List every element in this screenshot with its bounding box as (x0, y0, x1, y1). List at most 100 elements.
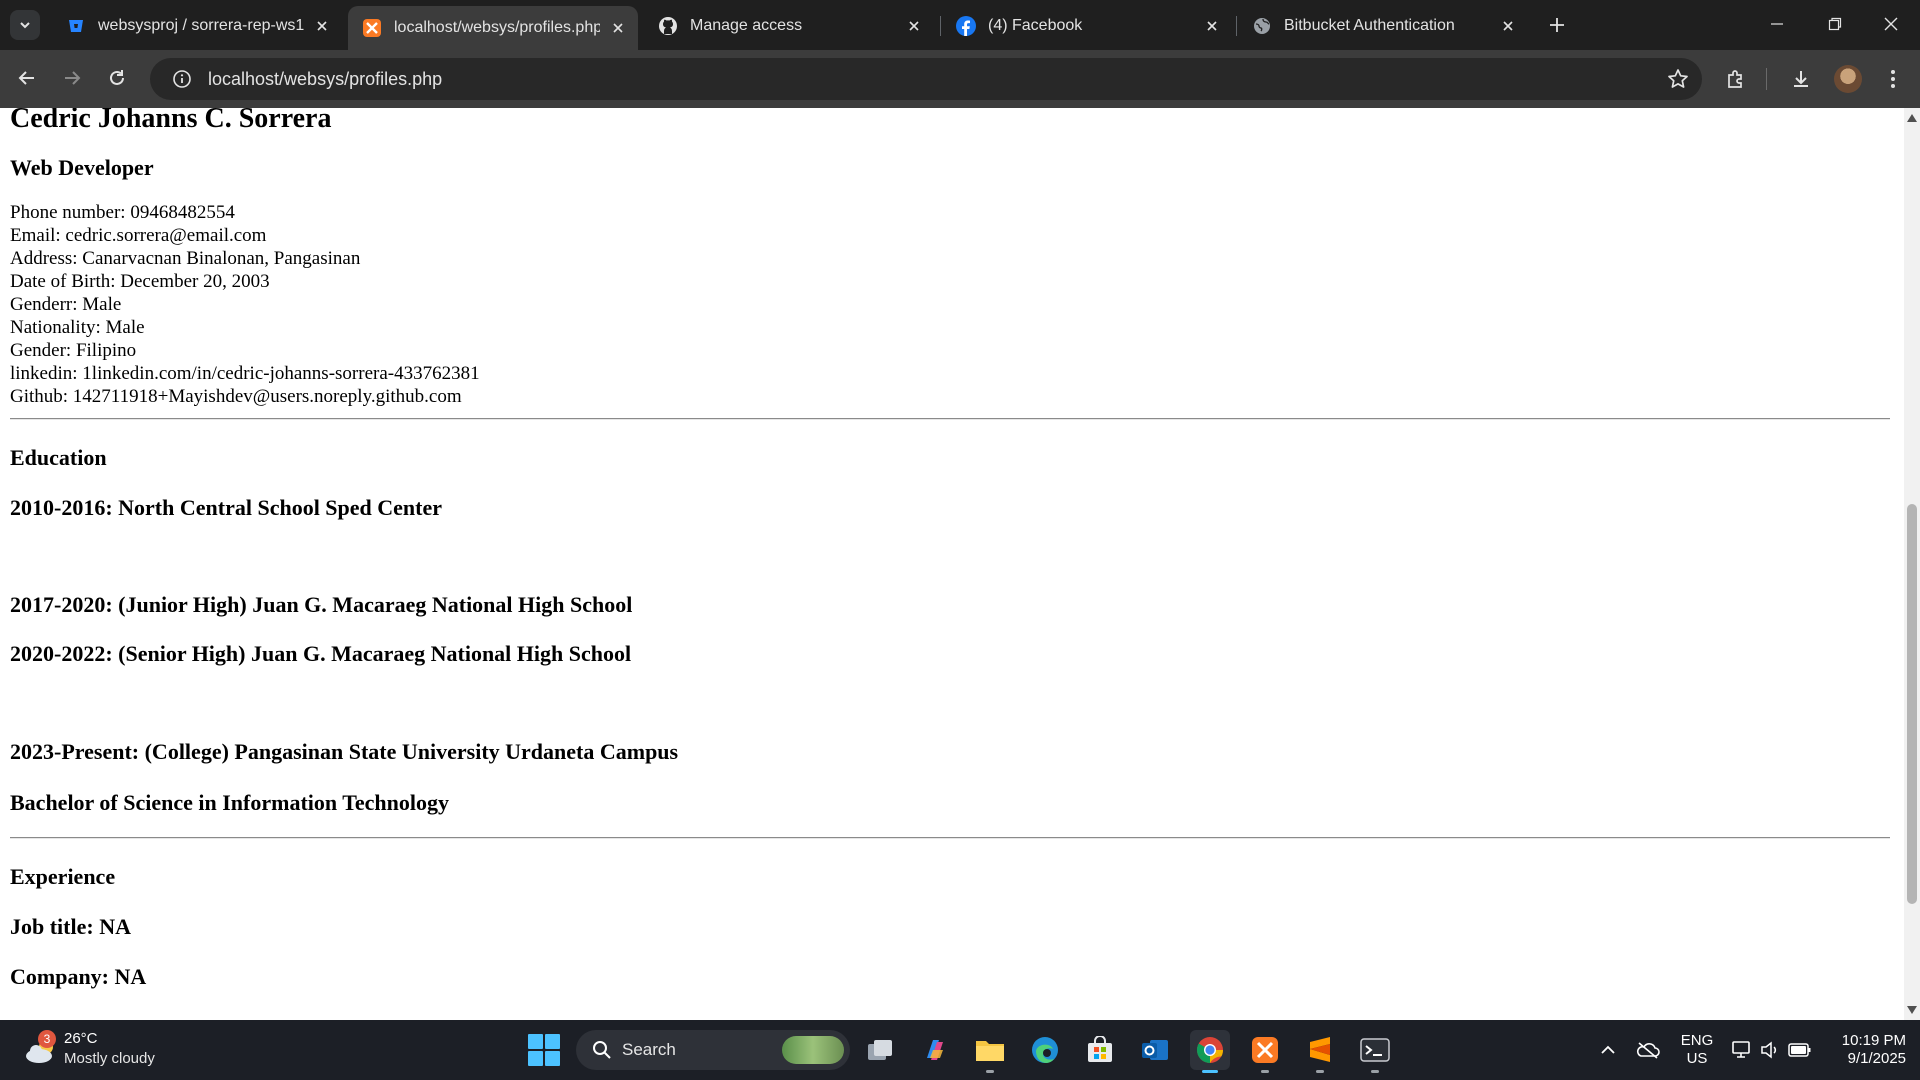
restore-button[interactable] (1806, 0, 1864, 48)
education-entry: 2010-2016: North Central School Sped Cen… (10, 495, 443, 520)
edge-icon[interactable] (1025, 1030, 1065, 1070)
copilot-icon[interactable] (915, 1030, 955, 1070)
chrome-icon[interactable] (1190, 1030, 1230, 1073)
phone-line: Phone number: 09468482554 (10, 202, 235, 223)
close-icon[interactable] (1200, 14, 1224, 38)
tab-facebook[interactable]: (4) Facebook (942, 6, 1232, 46)
arrow-left-icon (18, 71, 34, 85)
new-tab-button[interactable] (1542, 10, 1572, 40)
profile-job-title: Web Developer (10, 155, 154, 180)
sublime-text-icon[interactable] (1300, 1030, 1340, 1073)
back-button[interactable] (11, 62, 43, 94)
xampp-icon (362, 18, 382, 38)
clock[interactable]: 10:19 PM 9/1/2025 (1822, 1032, 1906, 1068)
close-icon[interactable] (902, 14, 926, 38)
outlook-icon[interactable] (1135, 1030, 1175, 1070)
battery-icon[interactable] (1788, 1038, 1812, 1062)
job-title-line: Job title: NA (10, 914, 131, 939)
education-entry: 2020-2022: (Senior High) Juan G. Macarae… (10, 641, 632, 666)
globe-icon (1252, 16, 1272, 36)
windows-logo-pane (528, 1051, 543, 1066)
education-heading: Education (10, 445, 107, 470)
more-menu-icon[interactable] (1876, 62, 1910, 96)
arrow-right-icon (65, 71, 81, 85)
search-highlight-image (782, 1036, 844, 1064)
company-line: Company: NA (10, 964, 147, 989)
restore-icon (1828, 17, 1842, 31)
language-indicator[interactable]: ENG US (1680, 1032, 1714, 1068)
degree-line: Bachelor of Science in Information Techn… (10, 790, 449, 815)
onedrive-offline-icon[interactable] (1636, 1038, 1660, 1062)
weather-temperature: 26°C (64, 1030, 98, 1047)
browser-toolbar: localhost/websys/profiles.php (0, 50, 1920, 108)
section-divider (10, 837, 1890, 839)
taskbar-search[interactable]: Search (576, 1030, 850, 1070)
close-icon[interactable] (1496, 14, 1520, 38)
minimize-button[interactable] (1748, 0, 1806, 48)
chevron-down-icon (20, 22, 30, 29)
tab-profiles-php[interactable]: localhost/websys/profiles.php (348, 6, 638, 50)
tab-bitbucket-repo[interactable]: websysproj / sorrera-rep-ws101 (52, 6, 342, 46)
network-icon[interactable] (1730, 1038, 1754, 1062)
scroll-down-arrow-icon[interactable] (1904, 1002, 1920, 1018)
clock-date: 9/1/2025 (1847, 1050, 1906, 1067)
vertical-scrollbar[interactable] (1904, 108, 1920, 1020)
extensions-icon[interactable] (1719, 62, 1753, 96)
running-indicator (1261, 1070, 1269, 1073)
toolbar-separator (1766, 68, 1767, 90)
chevron-up-icon[interactable] (1596, 1038, 1620, 1062)
address-line: Address: Canarvacnan Binalonan, Pangasin… (10, 248, 361, 269)
weather-widget[interactable]: 3 26°C Mostly cloudy (20, 1028, 210, 1072)
forward-button[interactable] (56, 62, 88, 94)
bitbucket-icon (66, 16, 86, 36)
address-bar[interactable]: localhost/websys/profiles.php (150, 58, 1702, 100)
clock-time: 10:19 PM (1841, 1032, 1906, 1049)
scroll-up-arrow-icon[interactable] (1904, 110, 1920, 126)
tab-title: websysproj / sorrera-rep-ws101 (98, 17, 304, 34)
linkedin-line: linkedin: 1linkedin.com/in/cedric-johann… (10, 363, 480, 384)
github-icon (658, 16, 678, 36)
close-icon[interactable] (606, 16, 630, 40)
search-icon (590, 1038, 614, 1062)
tab-bitbucket-auth[interactable]: Bitbucket Authentication (1238, 6, 1528, 46)
tab-title: localhost/websys/profiles.php (394, 19, 600, 36)
education-entry: 2023-Present: (College) Pangasinan State… (10, 739, 679, 764)
profile-page: Cedric Johanns C. Sorrera Web Developer … (10, 108, 1890, 990)
scroll-thumb[interactable] (1907, 504, 1917, 904)
xampp-icon[interactable] (1245, 1030, 1285, 1073)
task-view-icon[interactable] (860, 1030, 900, 1070)
file-explorer-icon[interactable] (970, 1030, 1010, 1073)
language-code: ENG (1680, 1032, 1714, 1049)
microsoft-store-icon[interactable] (1080, 1030, 1120, 1070)
close-icon (1884, 17, 1898, 31)
profile-avatar[interactable] (1834, 65, 1862, 93)
bookmark-star-icon[interactable] (1666, 67, 1690, 91)
tab-title: Bitbucket Authentication (1284, 17, 1455, 34)
minimize-icon (1771, 23, 1783, 25)
notification-badge: 3 (38, 1030, 56, 1048)
close-window-button[interactable] (1862, 0, 1920, 48)
taskbar: 3 26°C Mostly cloudy Search ENG US 10:19… (0, 1020, 1920, 1080)
education-entry: 2017-2020: (Junior High) Juan G. Macarae… (10, 592, 633, 617)
profile-name: Cedric Johanns C. Sorrera (10, 108, 332, 134)
start-button[interactable] (528, 1034, 560, 1066)
running-indicator (986, 1070, 994, 1073)
contact-details: Phone number: 09468482554 Email: cedric.… (10, 201, 1890, 408)
reload-button[interactable] (101, 62, 133, 94)
tab-search-button[interactable] (10, 10, 40, 40)
facebook-icon (956, 16, 976, 36)
experience-heading: Experience (10, 864, 116, 889)
tab-title: (4) Facebook (988, 17, 1083, 34)
site-info-icon[interactable] (162, 58, 202, 100)
weather-condition: Mostly cloudy (64, 1050, 155, 1067)
tab-separator (940, 16, 941, 36)
close-icon[interactable] (310, 14, 334, 38)
address-text[interactable]: localhost/websys/profiles.php (208, 69, 442, 90)
volume-icon[interactable] (1758, 1038, 1782, 1062)
tab-manage-access[interactable]: Manage access (644, 6, 934, 46)
windows-logo-pane (528, 1034, 543, 1049)
genderr-line: Genderr: Male (10, 294, 122, 315)
download-icon[interactable] (1784, 62, 1818, 96)
terminal-icon[interactable] (1355, 1030, 1395, 1073)
nationality-line: Nationality: Male (10, 317, 145, 338)
